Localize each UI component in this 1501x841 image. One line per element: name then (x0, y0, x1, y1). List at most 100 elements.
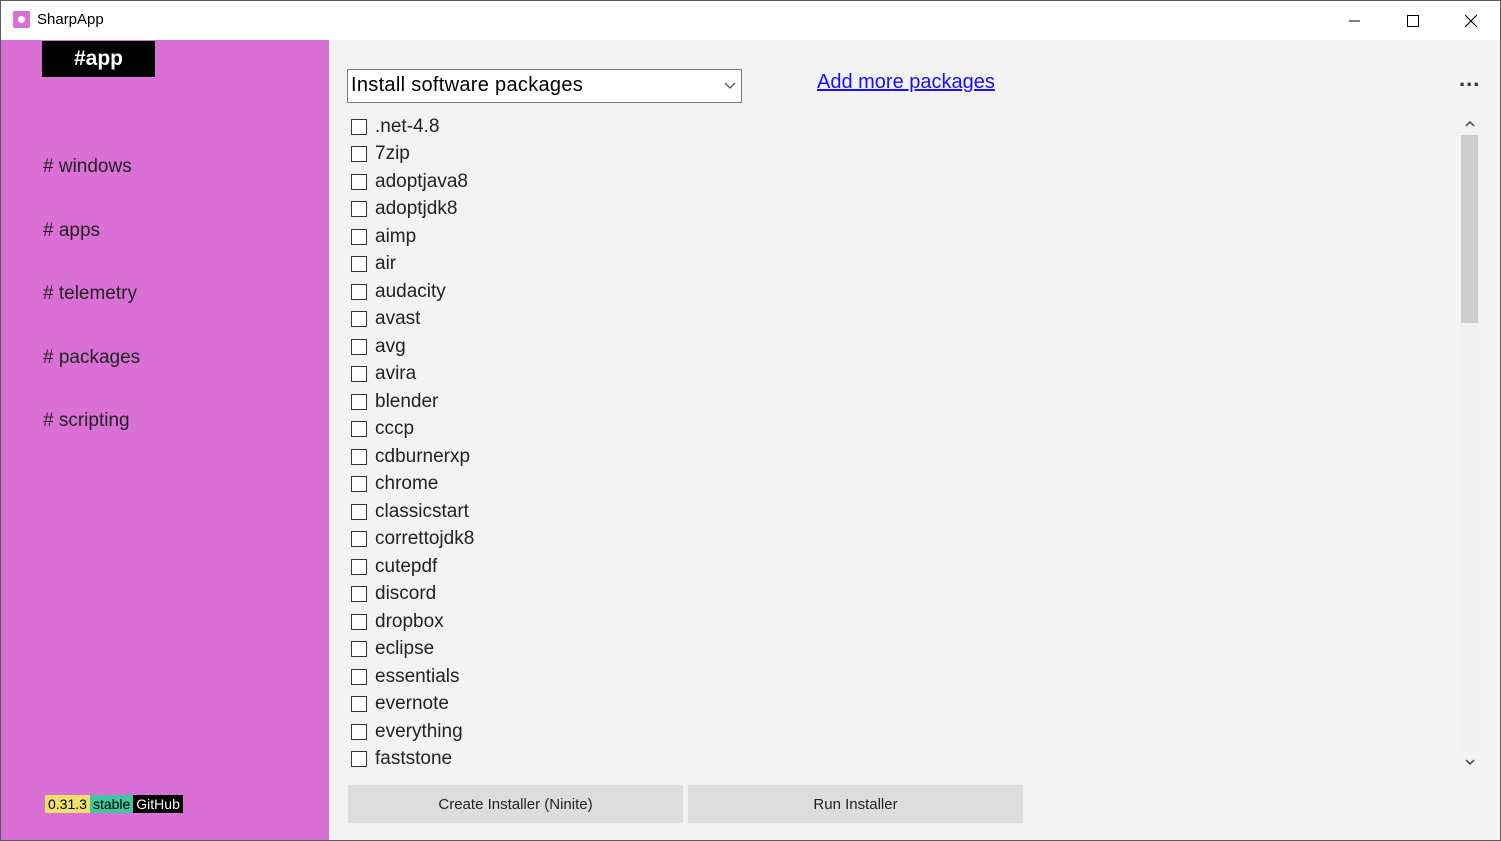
action-select[interactable]: Install software packages (347, 69, 742, 103)
package-label: adoptjdk8 (375, 198, 458, 219)
package-label: cccp (375, 418, 415, 439)
package-label: aimp (375, 225, 417, 247)
github-link[interactable]: GitHub (133, 795, 183, 813)
checkbox[interactable] (351, 641, 367, 657)
package-item[interactable]: chrome (351, 471, 438, 498)
package-item[interactable]: eclipse (351, 636, 434, 663)
close-icon (1465, 14, 1477, 27)
scroll-up-icon (1464, 120, 1475, 127)
checkbox[interactable] (351, 256, 367, 272)
scroll-down-icon (1464, 759, 1475, 766)
sidebar-item-scripting[interactable]: # scripting (43, 410, 130, 432)
package-label: avg (375, 335, 406, 357)
checkbox[interactable] (351, 146, 367, 162)
package-label: .net-4.8 (375, 115, 440, 137)
package-item[interactable]: discord (351, 581, 436, 608)
package-item[interactable]: avast (351, 306, 420, 333)
checkbox[interactable] (351, 173, 367, 190)
package-item[interactable]: air (351, 251, 396, 278)
more-icon[interactable]: ... (1459, 66, 1480, 92)
checkbox[interactable] (351, 118, 367, 135)
channel-badge: stable (89, 795, 134, 813)
package-item[interactable]: cutepdf (351, 553, 437, 580)
run-installer-button[interactable]: Run Installer (688, 785, 1023, 823)
package-item[interactable]: avg (351, 333, 406, 360)
package-label: correttojdk8 (375, 528, 475, 549)
package-label: adoptjava8 (375, 170, 468, 192)
package-item[interactable]: everything (351, 718, 463, 745)
checkbox[interactable] (351, 586, 367, 602)
package-list: .net-4.8 7zip adoptjava8 adoptjdk8 aimp … (351, 113, 1451, 773)
package-item[interactable]: cccp (351, 416, 414, 443)
sidebar-item-windows[interactable]: # windows (43, 156, 132, 178)
checkbox[interactable] (351, 723, 367, 740)
package-item[interactable]: evernote (351, 691, 449, 718)
scroll-up-button[interactable] (1460, 115, 1479, 133)
package-item[interactable]: faststone (351, 746, 452, 773)
package-item[interactable]: classicstart (351, 498, 469, 525)
package-item[interactable]: cdburnerxp (351, 443, 470, 470)
package-label: cutepdf (375, 555, 438, 577)
checkbox[interactable] (351, 366, 367, 382)
checkbox[interactable] (351, 558, 367, 575)
package-label: cdburnerxp (375, 445, 471, 467)
package-item[interactable]: adoptjava8 (351, 168, 468, 195)
minimize-button[interactable] (1326, 1, 1384, 40)
package-item[interactable]: audacity (351, 278, 446, 305)
checkbox[interactable] (351, 421, 367, 437)
checkbox[interactable] (351, 668, 367, 685)
sidebar-item-packages[interactable]: # packages (43, 347, 140, 369)
package-label: audacity (375, 280, 446, 302)
chevron-down-icon (724, 82, 736, 89)
vertical-scrollbar[interactable] (1460, 115, 1479, 775)
package-label: everything (375, 720, 463, 742)
checkbox[interactable] (351, 393, 367, 410)
package-item[interactable]: blender (351, 388, 438, 415)
scroll-down-button[interactable] (1460, 753, 1479, 771)
checkbox[interactable] (351, 751, 367, 767)
checkbox[interactable] (351, 476, 367, 492)
window-title: SharpApp (37, 11, 104, 28)
package-item[interactable]: aimp (351, 223, 416, 250)
package-item[interactable]: adoptjdk8 (351, 196, 457, 223)
package-item[interactable]: avira (351, 361, 416, 388)
scroll-track[interactable] (1460, 135, 1479, 751)
package-label: avira (375, 363, 417, 384)
package-label: discord (375, 583, 437, 604)
package-item[interactable]: .net-4.8 (351, 113, 439, 140)
version-badge: 0.31.3 (45, 795, 90, 813)
scroll-thumb[interactable] (1461, 135, 1478, 323)
package-label: chrome (375, 473, 439, 494)
close-button[interactable] (1442, 1, 1500, 40)
checkbox[interactable] (351, 613, 367, 630)
title-bar[interactable]: SharpApp (1, 1, 1500, 40)
sidebar-item-apps[interactable]: # apps (43, 220, 100, 242)
package-item[interactable]: essentials (351, 663, 460, 690)
version-badges: 0.31.3 stable GitHub (45, 795, 183, 813)
checkbox[interactable] (351, 311, 367, 327)
create-installer-button[interactable]: Create Installer (Ninite) (348, 785, 683, 823)
package-label: eclipse (375, 638, 435, 659)
package-item[interactable]: 7zip (351, 141, 410, 168)
checkbox[interactable] (351, 283, 367, 300)
maximize-button[interactable] (1384, 1, 1442, 40)
package-item[interactable]: dropbox (351, 608, 444, 635)
package-label: evernote (375, 693, 449, 714)
checkbox[interactable] (351, 201, 367, 217)
package-label: essentials (375, 665, 460, 687)
checkbox[interactable] (351, 696, 367, 712)
checkbox[interactable] (351, 531, 367, 547)
package-label: air (375, 253, 397, 274)
checkbox[interactable] (351, 228, 367, 245)
sidebar: #app # windows # apps # telemetry # pack… (1, 40, 329, 840)
add-more-packages-link[interactable]: Add more packages (817, 71, 995, 94)
action-select-value: Install software packages (351, 74, 584, 96)
brand-logo[interactable]: #app (42, 41, 155, 77)
sidebar-item-telemetry[interactable]: # telemetry (43, 283, 137, 305)
package-item[interactable]: correttojdk8 (351, 526, 474, 553)
checkbox[interactable] (351, 338, 367, 355)
checkbox[interactable] (351, 448, 367, 465)
package-label: faststone (375, 748, 453, 769)
checkbox[interactable] (351, 503, 367, 520)
package-label: avast (375, 308, 421, 329)
